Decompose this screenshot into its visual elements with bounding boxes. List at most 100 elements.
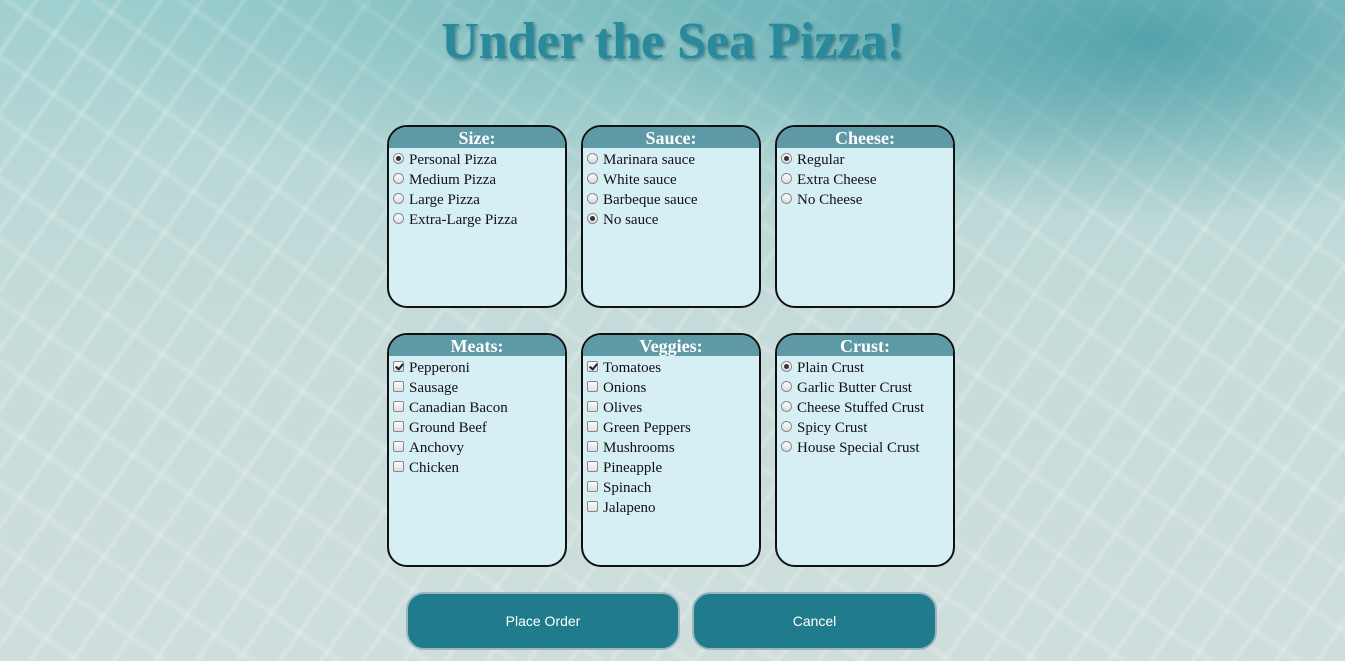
crust-option-label: Spicy Crust xyxy=(797,419,868,436)
size-radio[interactable] xyxy=(393,172,404,184)
cheese-option-label: No Cheese xyxy=(797,191,863,208)
veggies-header: Veggies: xyxy=(583,335,759,356)
crust-panel: Crust: Plain Crust Garlic Butter Crust Che… xyxy=(775,333,955,567)
cheese-option-label: Regular xyxy=(797,151,845,168)
crust-header: Crust: xyxy=(777,335,953,356)
meats-checkbox[interactable] xyxy=(393,360,404,372)
meats-options: Pepperoni Sausage Canadian Bacon Ground Bee… xyxy=(389,356,565,478)
veggies-option[interactable]: Tomatoes xyxy=(587,358,759,378)
sauce-option[interactable]: Marinara sauce xyxy=(587,150,759,170)
sauce-radio[interactable] xyxy=(587,192,598,204)
sauce-radio[interactable] xyxy=(587,212,598,224)
size-radio[interactable] xyxy=(393,212,404,224)
sauce-option[interactable]: No sauce xyxy=(587,210,759,230)
veggies-option-label: Mushrooms xyxy=(603,439,675,456)
size-header: Size: xyxy=(389,127,565,148)
crust-radio[interactable] xyxy=(781,380,792,392)
cheese-header: Cheese: xyxy=(777,127,953,148)
size-option-label: Medium Pizza xyxy=(409,171,497,188)
meats-option-label: Canadian Bacon xyxy=(409,399,508,416)
size-radio[interactable] xyxy=(393,152,404,164)
size-options: Personal Pizza Medium Pizza Large Pizza Ext… xyxy=(389,148,565,230)
veggies-option-label: Onions xyxy=(603,379,647,396)
crust-radio[interactable] xyxy=(781,400,792,412)
sauce-option-label: White sauce xyxy=(603,171,677,188)
veggies-checkbox[interactable] xyxy=(587,500,598,512)
crust-option-label: House Special Crust xyxy=(797,439,920,456)
sauce-option-label: Barbeque sauce xyxy=(603,191,698,208)
crust-option-label: Plain Crust xyxy=(797,359,865,376)
crust-option[interactable]: Spicy Crust xyxy=(781,418,953,438)
size-panel: Size: Personal Pizza Medium Pizza Large Pi… xyxy=(387,125,567,308)
veggies-option[interactable]: Olives xyxy=(587,398,759,418)
meats-option[interactable]: Anchovy xyxy=(393,438,565,458)
crust-option[interactable]: Plain Crust xyxy=(781,358,953,378)
sauce-panel: Sauce: Marinara sauce White sauce Barbeque… xyxy=(581,125,761,308)
crust-option[interactable]: House Special Crust xyxy=(781,438,953,458)
meats-option[interactable]: Sausage xyxy=(393,378,565,398)
veggies-panel: Veggies: Tomatoes Onions Olives Green Peppe… xyxy=(581,333,761,567)
veggies-option-label: Spinach xyxy=(603,479,652,496)
veggies-option[interactable]: Pineapple xyxy=(587,458,759,478)
size-option[interactable]: Large Pizza xyxy=(393,190,565,210)
crust-option[interactable]: Cheese Stuffed Crust xyxy=(781,398,953,418)
meats-checkbox[interactable] xyxy=(393,420,404,432)
meats-option[interactable]: Chicken xyxy=(393,458,565,478)
place-order-button[interactable]: Place Order xyxy=(406,592,680,650)
veggies-option-label: Pineapple xyxy=(603,459,663,476)
meats-option[interactable]: Pepperoni xyxy=(393,358,565,378)
meats-option[interactable]: Ground Beef xyxy=(393,418,565,438)
size-radio[interactable] xyxy=(393,192,404,204)
sauce-options: Marinara sauce White sauce Barbeque sauce N… xyxy=(583,148,759,230)
veggies-checkbox[interactable] xyxy=(587,400,598,412)
meats-header: Meats: xyxy=(389,335,565,356)
sauce-option[interactable]: Barbeque sauce xyxy=(587,190,759,210)
crust-radio[interactable] xyxy=(781,440,792,452)
size-option[interactable]: Extra-Large Pizza xyxy=(393,210,565,230)
meats-option-label: Sausage xyxy=(409,379,459,396)
cheese-option[interactable]: No Cheese xyxy=(781,190,953,210)
meats-option-label: Chicken xyxy=(409,459,459,476)
veggies-option[interactable]: Jalapeno xyxy=(587,498,759,518)
size-option-label: Personal Pizza xyxy=(409,151,497,168)
veggies-option[interactable]: Onions xyxy=(587,378,759,398)
crust-options: Plain Crust Garlic Butter Crust Cheese Stu… xyxy=(777,356,953,458)
size-option-label: Large Pizza xyxy=(409,191,480,208)
meats-option[interactable]: Canadian Bacon xyxy=(393,398,565,418)
veggies-checkbox[interactable] xyxy=(587,420,598,432)
crust-option[interactable]: Garlic Butter Crust xyxy=(781,378,953,398)
meats-checkbox[interactable] xyxy=(393,380,404,392)
crust-option-label: Cheese Stuffed Crust xyxy=(797,399,925,416)
veggies-option-label: Olives xyxy=(603,399,643,416)
veggies-option[interactable]: Mushrooms xyxy=(587,438,759,458)
veggies-checkbox[interactable] xyxy=(587,360,598,372)
veggies-checkbox[interactable] xyxy=(587,380,598,392)
veggies-option-label: Jalapeno xyxy=(603,499,656,516)
cheese-radio[interactable] xyxy=(781,152,792,164)
meats-checkbox[interactable] xyxy=(393,440,404,452)
veggies-checkbox[interactable] xyxy=(587,480,598,492)
veggies-option[interactable]: Spinach xyxy=(587,478,759,498)
cheese-option[interactable]: Extra Cheese xyxy=(781,170,953,190)
size-option-label: Extra-Large Pizza xyxy=(409,211,518,228)
cancel-button[interactable]: Cancel xyxy=(692,592,937,650)
cheese-radio[interactable] xyxy=(781,172,792,184)
sauce-radio[interactable] xyxy=(587,152,598,164)
crust-option-label: Garlic Butter Crust xyxy=(797,379,912,396)
meats-checkbox[interactable] xyxy=(393,460,404,472)
size-option[interactable]: Personal Pizza xyxy=(393,150,565,170)
meats-panel: Meats: Pepperoni Sausage Canadian Bacon Gro… xyxy=(387,333,567,567)
veggies-options: Tomatoes Onions Olives Green Peppers Mushroo… xyxy=(583,356,759,518)
crust-radio[interactable] xyxy=(781,360,792,372)
veggies-checkbox[interactable] xyxy=(587,460,598,472)
size-option[interactable]: Medium Pizza xyxy=(393,170,565,190)
cheese-option[interactable]: Regular xyxy=(781,150,953,170)
sauce-option[interactable]: White sauce xyxy=(587,170,759,190)
veggies-checkbox[interactable] xyxy=(587,440,598,452)
veggies-option[interactable]: Green Peppers xyxy=(587,418,759,438)
cheese-radio[interactable] xyxy=(781,192,792,204)
crust-radio[interactable] xyxy=(781,420,792,432)
meats-option-label: Anchovy xyxy=(409,439,464,456)
sauce-radio[interactable] xyxy=(587,172,598,184)
meats-checkbox[interactable] xyxy=(393,400,404,412)
